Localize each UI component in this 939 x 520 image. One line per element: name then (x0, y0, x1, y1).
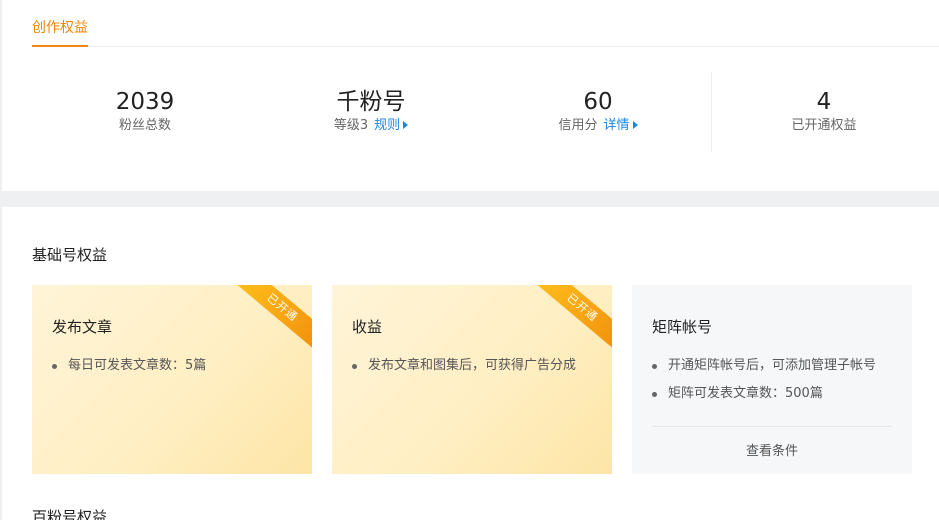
rights-card-income: 已开通 收益 发布文章和图集后，可获得广告分成 (332, 285, 612, 474)
card-bullets: 每日可发表文章数：5篇 (52, 352, 206, 380)
stat-level: 千粉号 等级3 规则 (271, 88, 471, 135)
stat-label: 已开通权益 (791, 118, 857, 133)
card-bullet: 开通矩阵帐号后，可添加管理子帐号 (652, 352, 876, 380)
triangle-right-icon (632, 121, 638, 129)
stat-divider (711, 72, 712, 152)
stats-panel: 创作权益 2039 粉丝总数 千粉号 等级3 规则 60 信用分 详情 4 已开通权… (2, 0, 939, 191)
details-link[interactable]: 详情 (604, 118, 638, 133)
stat-label: 粉丝总数 (118, 118, 171, 133)
rights-panel: 基础号权益 已开通 发布文章 每日可发表文章数：5篇 已开通 收益 发布文章和图… (2, 207, 939, 520)
status-badge: 已开通 (528, 285, 612, 355)
stat-credit: 60 信用分 详情 (498, 88, 698, 135)
stat-fans: 2039 粉丝总数 (45, 88, 245, 135)
section-title-next: 百粉号权益 (32, 508, 108, 520)
card-bullets: 发布文章和图集后，可获得广告分成 (352, 352, 576, 380)
stats-row: 2039 粉丝总数 千粉号 等级3 规则 60 信用分 详情 4 已开通权益 (32, 72, 939, 152)
stat-value: 60 (583, 89, 613, 115)
stat-value: 千粉号 (336, 89, 406, 115)
card-title: 收益 (352, 318, 383, 336)
status-badge: 已开通 (228, 285, 312, 355)
stat-label: 等级3 (333, 118, 369, 133)
card-bullet: 每日可发表文章数：5篇 (52, 352, 206, 380)
card-divider (652, 426, 892, 427)
triangle-right-icon (403, 121, 409, 129)
section-title-basic: 基础号权益 (32, 246, 108, 264)
stat-value: 4 (816, 89, 832, 115)
tab-bar: 创作权益 (32, 0, 939, 47)
rights-card-matrix: 矩阵帐号 开通矩阵帐号后，可添加管理子帐号 矩阵可发表文章数：500篇 查看条件 (632, 285, 912, 474)
stat-value: 2039 (115, 89, 175, 115)
stat-opened-rights: 4 已开通权益 (724, 88, 924, 135)
view-conditions-button[interactable]: 查看条件 (632, 440, 912, 459)
rights-card-publish: 已开通 发布文章 每日可发表文章数：5篇 (32, 285, 312, 474)
card-bullet: 矩阵可发表文章数：500篇 (652, 380, 876, 408)
rules-link[interactable]: 规则 (374, 118, 409, 133)
stat-label: 信用分 (558, 118, 598, 133)
card-title: 发布文章 (52, 318, 113, 336)
rules-link-label: 规则 (374, 118, 401, 133)
card-bullets: 开通矩阵帐号后，可添加管理子帐号 矩阵可发表文章数：500篇 (652, 352, 876, 408)
details-link-label: 详情 (603, 118, 630, 133)
tab-creation-rights[interactable]: 创作权益 (32, 17, 88, 47)
card-title: 矩阵帐号 (652, 318, 713, 336)
card-bullet: 发布文章和图集后，可获得广告分成 (352, 352, 576, 380)
